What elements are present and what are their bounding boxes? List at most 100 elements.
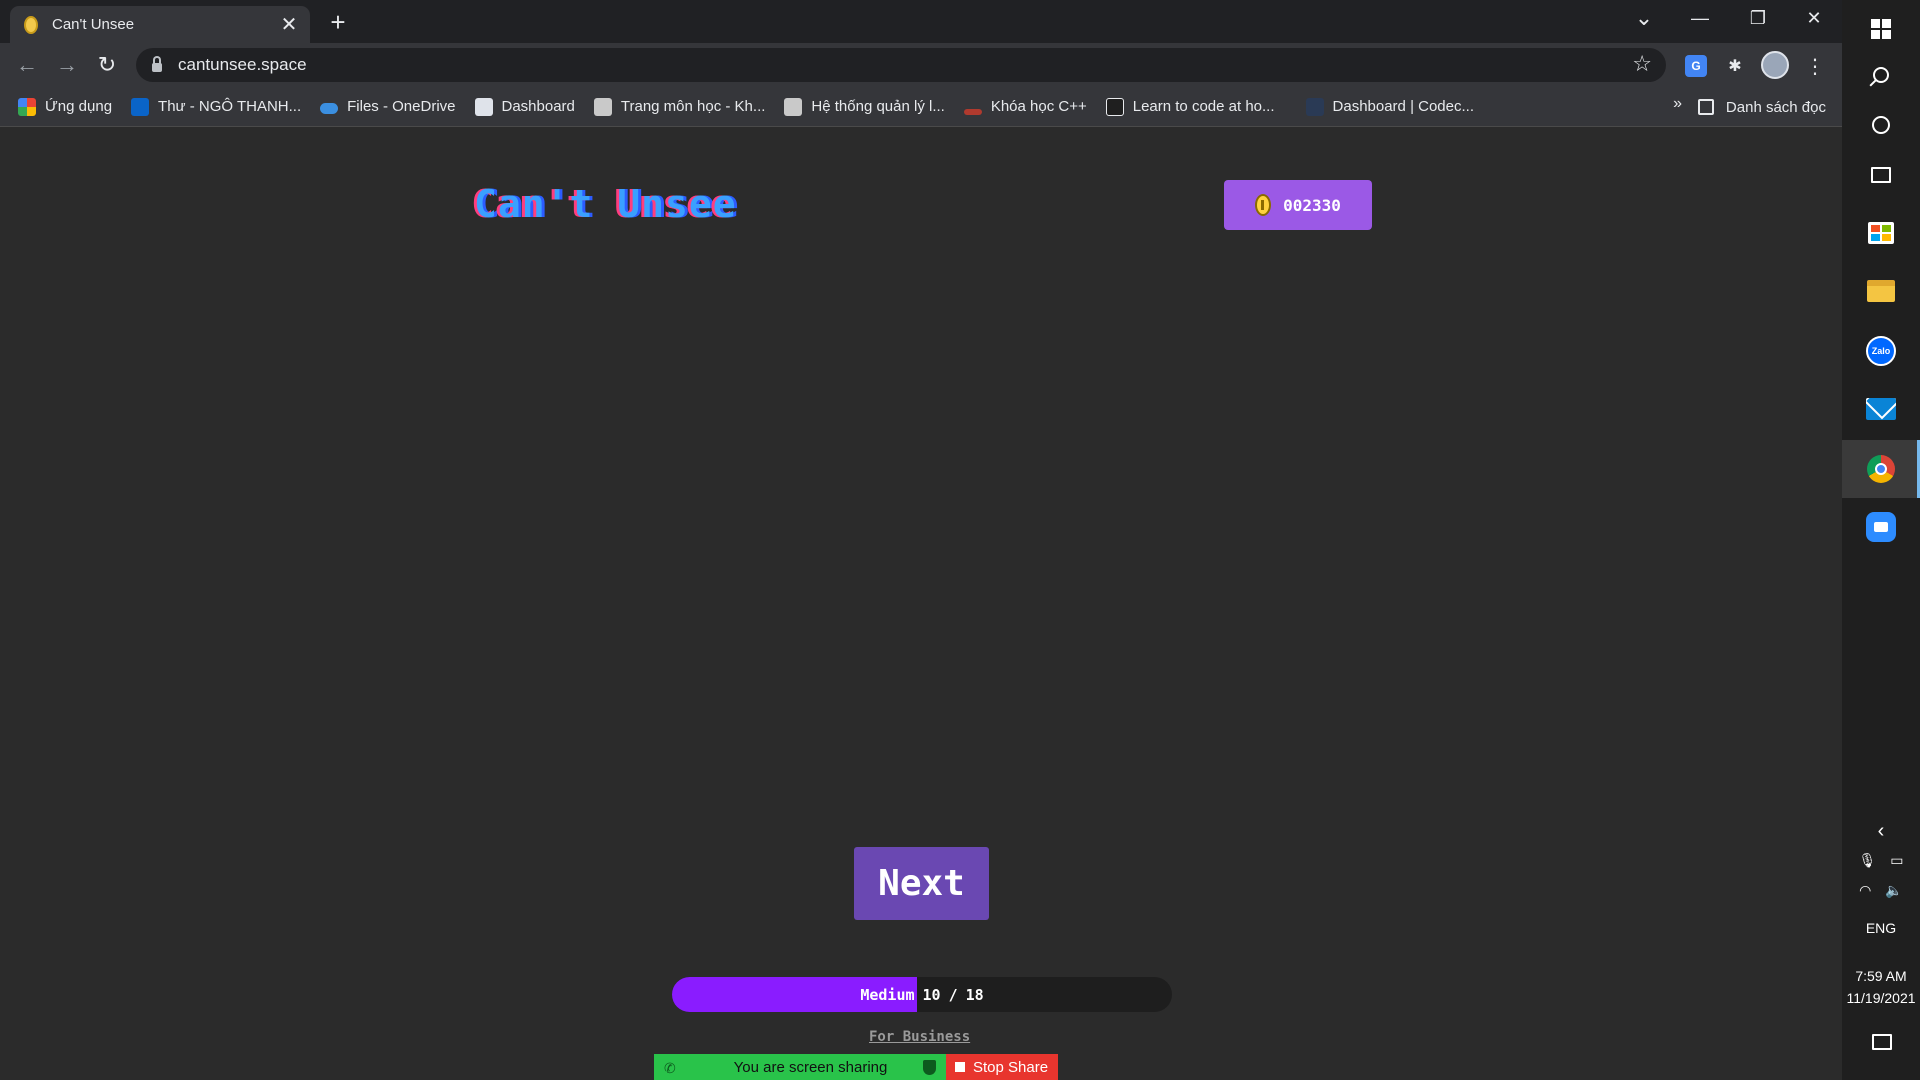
taskbar-mail[interactable] [1842, 380, 1920, 438]
taskbar-zoom[interactable] [1842, 498, 1920, 556]
bookmark-codecademy-dashboard[interactable]: Dashboard | Codec... [1305, 97, 1474, 116]
moodle-icon [474, 97, 493, 116]
reload-icon[interactable]: ↻ [91, 49, 123, 81]
reading-list-label: Danh sách đọc [1725, 98, 1826, 116]
coin-count: 002330 [1283, 195, 1341, 215]
bookmark-star-icon[interactable]: ☆ [1632, 51, 1652, 77]
tab-title: Can't Unsee [52, 16, 135, 33]
bookmark-label: Dashboard [501, 98, 575, 115]
stop-icon [955, 1062, 965, 1072]
bookmark-label: Ứng dụng [45, 98, 113, 115]
bookmark-learn-to-code[interactable]: Learn to code at ho... [1105, 97, 1275, 116]
mail-icon [1866, 398, 1896, 420]
browser-toolbar: ← → ↻ cantunsee.space ☆ G ✱ ⋮ [0, 43, 1842, 87]
windows-logo-icon [1871, 19, 1891, 39]
new-tab-button[interactable]: + [324, 8, 352, 36]
microphone-icon[interactable]: 🎙 [1858, 852, 1876, 869]
bookmark-label: Khóa học C++ [990, 98, 1087, 115]
bookmark-course-page[interactable]: Trang môn học - Kh... [593, 97, 766, 116]
level-progress-bar: Medium 10 / 18 [672, 977, 1172, 1012]
screen-share-status[interactable]: ✆ You are screen sharing [654, 1054, 946, 1080]
extension-translate[interactable]: G [1683, 53, 1709, 79]
phone-icon: ✆ [664, 1060, 676, 1076]
bookmark-outlook[interactable]: Thư - NGÔ THANH... [131, 97, 302, 116]
window-close-button[interactable]: ✕ [1786, 0, 1842, 36]
bookmark-label: Dashboard | Codec... [1332, 98, 1474, 115]
task-view-button[interactable] [1842, 146, 1920, 204]
difficulty-label: Medium [860, 985, 915, 1004]
apps-grid-icon [18, 97, 36, 116]
tray-expand-chevron-icon[interactable]: ‹ [1842, 820, 1920, 843]
screen-share-text: You are screen sharing [733, 1058, 888, 1076]
search-icon [1873, 67, 1889, 83]
coin-icon [1255, 194, 1272, 216]
course-page-icon [593, 97, 612, 116]
taskbar-zalo[interactable]: Zalo [1842, 322, 1920, 380]
battery-icon[interactable]: ▭ [1890, 852, 1903, 869]
stop-share-label: Stop Share [973, 1058, 1049, 1076]
bookmark-lms[interactable]: Hệ thống quản lý l... [784, 97, 945, 116]
next-button[interactable]: Next [854, 847, 989, 920]
profile-avatar[interactable] [1761, 51, 1789, 79]
bookmark-cpp-course[interactable]: Khóa học C++ [963, 98, 1087, 115]
bookmark-onedrive[interactable]: Files - OneDrive [320, 98, 456, 115]
browser-window: Can't Unsee ✕ + ⌄ — ❐ ✕ ← → ↻ cantunsee.… [0, 0, 1842, 1080]
wifi-icon[interactable]: ◠ [1859, 882, 1871, 899]
progress-text: Medium 10 / 18 [672, 977, 1172, 1012]
bookmark-dashboard[interactable]: Dashboard [474, 97, 575, 116]
menu-dots-icon[interactable]: ⋮ [1802, 53, 1828, 79]
lms-icon [784, 97, 803, 116]
zalo-icon: Zalo [1866, 336, 1896, 366]
zoom-icon [1866, 512, 1896, 542]
bookmarks-overflow-button[interactable]: » [1673, 95, 1682, 113]
cpp-course-icon [963, 108, 982, 115]
bookmark-label: Learn to code at ho... [1132, 98, 1275, 115]
address-bar[interactable]: cantunsee.space ☆ [136, 48, 1666, 82]
onedrive-icon [320, 102, 339, 114]
restore-button[interactable]: ❐ [1730, 0, 1786, 36]
windows-taskbar: Zalo ‹ 🎙 ▭ ◠ 🔈 ENG 7:59 AM 11/19/2021 [1842, 0, 1920, 1080]
volume-icon[interactable]: 🔈 [1885, 882, 1902, 899]
screen-share-bar: ✆ You are screen sharing Stop Share [654, 1054, 1058, 1080]
chrome-icon [1867, 455, 1895, 483]
for-business-link[interactable]: For Business [869, 1029, 970, 1045]
outlook-icon [131, 97, 150, 116]
file-explorer-icon [1867, 280, 1895, 302]
bookmark-apps[interactable]: Ứng dụng [18, 97, 113, 116]
taskbar-file-explorer[interactable] [1842, 262, 1920, 320]
progress-current: 10 [922, 985, 941, 1004]
progress-separator: / [948, 985, 958, 1004]
bookmark-label: Hệ thống quản lý l... [811, 98, 945, 115]
notification-center-icon[interactable] [1872, 1034, 1892, 1050]
codecademy-dashboard-icon [1305, 97, 1324, 116]
microsoft-store-icon [1868, 222, 1894, 244]
bookmark-label: Trang môn học - Kh... [620, 98, 766, 115]
taskbar-store[interactable] [1842, 204, 1920, 262]
url-text: cantunsee.space [178, 55, 307, 74]
game-page: Can't Unsee 002330 Next Medium 10 / 18 F… [0, 128, 1842, 1080]
translate-icon: G [1685, 55, 1707, 77]
taskbar-chrome[interactable] [1842, 440, 1920, 498]
stop-share-button[interactable]: Stop Share [946, 1054, 1058, 1080]
shield-icon [923, 1059, 936, 1075]
extensions-puzzle-icon[interactable]: ✱ [1722, 53, 1748, 79]
tab-cant-unsee[interactable]: Can't Unsee ✕ [10, 6, 310, 43]
forward-arrow-icon[interactable]: → [51, 49, 83, 81]
language-indicator[interactable]: ENG [1842, 920, 1920, 936]
minimize-button[interactable]: — [1672, 0, 1728, 36]
back-arrow-icon[interactable]: ← [11, 49, 43, 81]
tray-icons-row-2: ◠ 🔈 [1842, 882, 1920, 899]
reading-list-button[interactable]: Danh sách đọc [1697, 87, 1826, 127]
bookmark-label: Thư - NGÔ THANH... [158, 98, 302, 115]
clock-date[interactable]: 11/19/2021 [1842, 990, 1920, 1006]
game-logo[interactable]: Can't Unsee [474, 182, 737, 226]
task-view-icon [1871, 167, 1891, 183]
clock-time[interactable]: 7:59 AM [1842, 968, 1920, 984]
tab-search-button[interactable]: ⌄ [1616, 0, 1672, 36]
lock-icon [152, 55, 162, 72]
tray-icons-row-1: 🎙 ▭ [1842, 852, 1920, 869]
progress-total: 18 [965, 985, 984, 1004]
coin-favicon-icon [24, 15, 38, 34]
codecademy-icon [1105, 97, 1124, 116]
tab-close-icon[interactable]: ✕ [278, 15, 300, 35]
